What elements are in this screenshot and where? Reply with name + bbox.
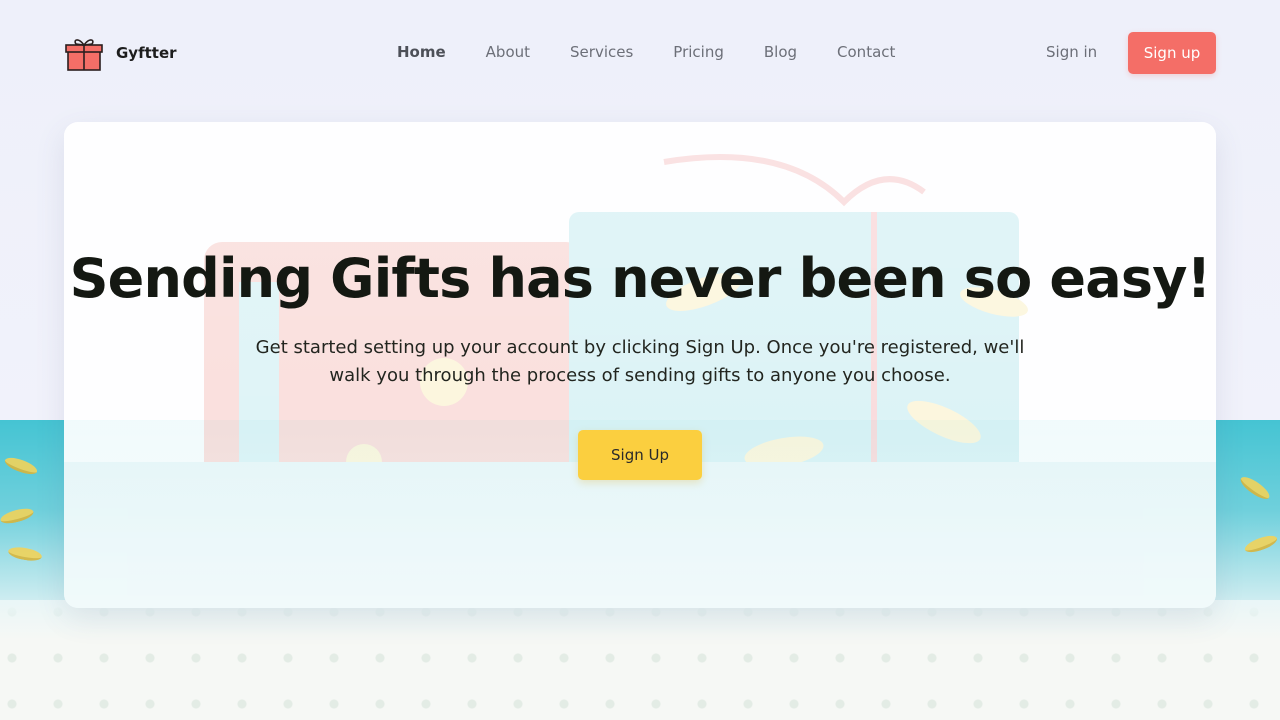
sign-in-link[interactable]: Sign in <box>1046 42 1097 62</box>
nav-link-home[interactable]: Home <box>397 42 446 62</box>
nav-link-contact[interactable]: Contact <box>837 42 895 62</box>
brand-name: Gyftter <box>116 44 177 62</box>
hero-sign-up-button[interactable]: Sign Up <box>578 430 702 480</box>
brand-logo[interactable]: Gyftter <box>64 34 177 72</box>
sign-up-button[interactable]: Sign up <box>1128 32 1216 74</box>
hero-title: Sending Gifts has never been so easy! <box>69 247 1212 310</box>
floral-pattern-background <box>0 600 1280 720</box>
hero-subtitle: Get started setting up your account by c… <box>255 337 1025 386</box>
top-navigation: Gyftter Home About Services Pricing Blog… <box>0 0 1280 106</box>
main-menu: Home About Services Pricing Blog Contact <box>397 42 935 62</box>
nav-link-pricing[interactable]: Pricing <box>673 42 724 62</box>
hero-card: Sending Gifts has never been so easy! Ge… <box>64 122 1216 608</box>
nav-link-blog[interactable]: Blog <box>764 42 797 62</box>
gift-icon <box>65 39 103 71</box>
nav-link-about[interactable]: About <box>486 42 530 62</box>
nav-link-services[interactable]: Services <box>570 42 633 62</box>
